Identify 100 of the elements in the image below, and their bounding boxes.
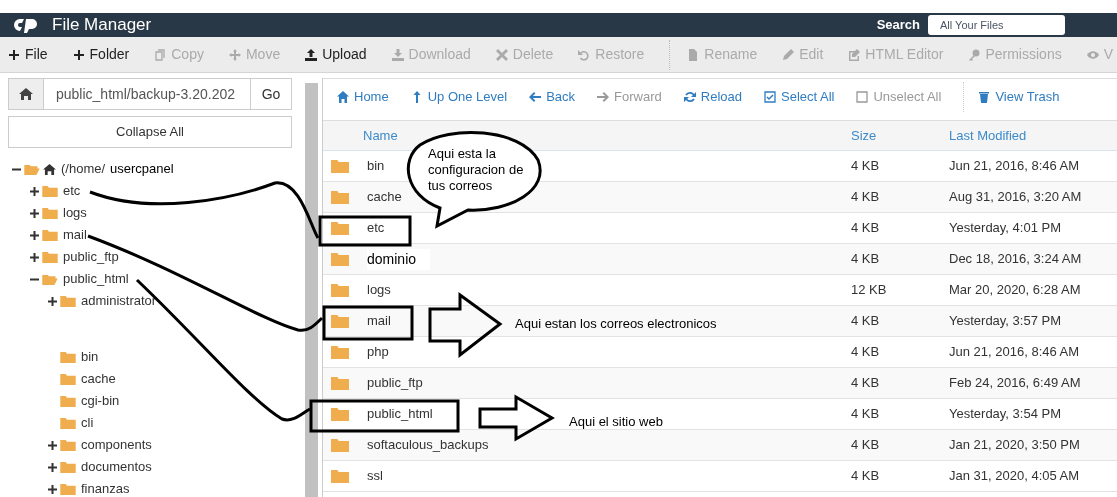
table-cell-text: 4 KB	[851, 467, 881, 486]
key-icon	[968, 48, 981, 61]
toolbar-button[interactable]: Folder	[72, 44, 130, 65]
tree-item[interactable]: cache	[8, 368, 292, 390]
folder-icon	[331, 437, 349, 453]
tree-item[interactable]: bin	[8, 346, 292, 368]
table-cell-text: Yesterday, 4:01 PM	[949, 219, 1062, 238]
tree-item[interactable]: documentos	[8, 456, 292, 478]
tree-label: cgi-bin	[81, 392, 120, 411]
tree-item[interactable]: logs	[8, 202, 292, 224]
expand-icon[interactable]	[30, 230, 39, 240]
download-icon	[391, 48, 404, 61]
table-cell-text: 4 KB	[851, 219, 881, 238]
tree-label: cli	[81, 414, 94, 433]
folder-icon	[331, 251, 349, 267]
expand-icon[interactable]	[30, 186, 39, 196]
annotation-text: Aqui el sitio web	[569, 413, 663, 431]
tree-label: public_ftp	[63, 248, 119, 267]
search-scope-dropdown[interactable]: All Your Files	[928, 15, 1065, 35]
tree-label: (/home/	[61, 160, 106, 179]
file-name[interactable]: public_html	[367, 404, 433, 424]
folder-icon	[60, 483, 76, 495]
arrow-left-icon	[529, 91, 542, 103]
table-cell-text: Jun 21, 2016, 8:46 AM	[949, 343, 1081, 362]
reload-icon	[683, 91, 696, 103]
tree-label: cache	[81, 370, 116, 389]
path-field[interactable]: public_html/backup-3.20.202	[44, 78, 250, 110]
file-name[interactable]: mail	[367, 311, 391, 331]
table-cell-text: Mar 20, 2020, 6:28 AM	[949, 281, 1082, 300]
pencil-icon	[782, 48, 795, 61]
tree-label: mail	[63, 226, 87, 245]
go-button[interactable]: Go	[250, 78, 292, 110]
table-cell-text: 12 KB	[851, 281, 888, 300]
expand-icon[interactable]	[48, 296, 57, 306]
tree-item[interactable]: finanzas	[8, 478, 292, 497]
plus-icon	[8, 48, 20, 61]
nav-button[interactable]: Reload	[683, 87, 742, 107]
toolbar-button[interactable]: File	[8, 44, 48, 65]
undo-icon	[578, 48, 591, 61]
tree-item[interactable]: public_html	[8, 268, 292, 290]
file-name[interactable]: dominio	[367, 248, 431, 270]
table-cell-text: Aug 31, 2016, 3:20 AM	[949, 188, 1083, 207]
folder-icon	[331, 282, 349, 298]
expand-icon[interactable]	[48, 484, 57, 494]
toolbar-button[interactable]: Upload	[305, 44, 367, 65]
tree-item[interactable]: mail	[8, 224, 292, 246]
tree-item[interactable]: public_ftp	[8, 246, 292, 268]
upload-icon	[305, 48, 318, 61]
table-cell-text: Feb 24, 2016, 6:49 AM	[949, 374, 1082, 393]
collapse-all-button[interactable]: Collapse All	[8, 116, 292, 148]
copy-icon	[154, 48, 167, 61]
table-cell-text: Jan 21, 2020, 3:50 PM	[949, 436, 1081, 455]
tree-item[interactable]: (/home/ usercpanel	[8, 158, 292, 180]
folder-icon	[331, 375, 349, 391]
home-button[interactable]	[8, 78, 44, 110]
folder-icon	[331, 158, 349, 174]
nav-button[interactable]: Home	[337, 87, 389, 107]
file-name[interactable]: ssl	[367, 466, 383, 486]
home-icon	[43, 163, 56, 175]
open-folder-icon	[24, 163, 40, 175]
file-name[interactable]: bin	[367, 156, 385, 176]
table-cell-text: Jun 21, 2016, 8:46 AM	[949, 157, 1081, 176]
tree-item[interactable]: cli	[8, 412, 292, 434]
folder-icon	[331, 468, 349, 484]
expand-icon[interactable]	[30, 208, 39, 218]
file-name[interactable]: etc	[367, 218, 385, 238]
folder-icon	[60, 439, 76, 451]
expand-icon[interactable]	[48, 462, 57, 472]
tree-item[interactable]: etc	[8, 180, 292, 202]
table-cell-text: 4 KB	[851, 312, 881, 331]
nav-button[interactable]: View Trash	[978, 87, 1060, 107]
tree-item[interactable]: cgi-bin	[8, 390, 292, 412]
tree-label: bin	[81, 348, 99, 367]
file-name[interactable]: public_ftp	[367, 373, 423, 393]
expand-icon[interactable]	[48, 440, 57, 450]
folder-icon	[42, 185, 58, 197]
tree-label: components	[81, 436, 152, 455]
column-header[interactable]: Last Modified	[949, 125, 1117, 146]
folder-icon	[331, 406, 349, 422]
file-name[interactable]: php	[367, 342, 389, 362]
tree-item[interactable]: administrator	[8, 290, 292, 312]
plus-icon	[72, 48, 85, 61]
file-name[interactable]: softaculous_backups	[367, 435, 489, 455]
eye-icon	[1086, 48, 1099, 61]
column-header[interactable]: Name	[323, 125, 851, 146]
scrollbar[interactable]	[305, 83, 318, 497]
trash-icon	[978, 91, 991, 103]
checkbox-icon	[764, 91, 776, 103]
tree-label: public_html	[63, 270, 129, 289]
nav-button[interactable]: Back	[529, 87, 576, 107]
tree-label: administrator	[81, 292, 157, 311]
table-cell-text: 4 KB	[851, 405, 881, 424]
expand-icon[interactable]	[30, 252, 39, 262]
nav-button[interactable]: Up One Level	[410, 87, 508, 107]
file-name[interactable]: logs	[367, 280, 391, 300]
file-name[interactable]: cache	[367, 187, 402, 207]
tree-item[interactable]: components	[8, 434, 292, 456]
table-cell-text: 4 KB	[851, 250, 881, 269]
column-header[interactable]: Size	[851, 125, 949, 146]
nav-button[interactable]: Select All	[764, 87, 835, 107]
